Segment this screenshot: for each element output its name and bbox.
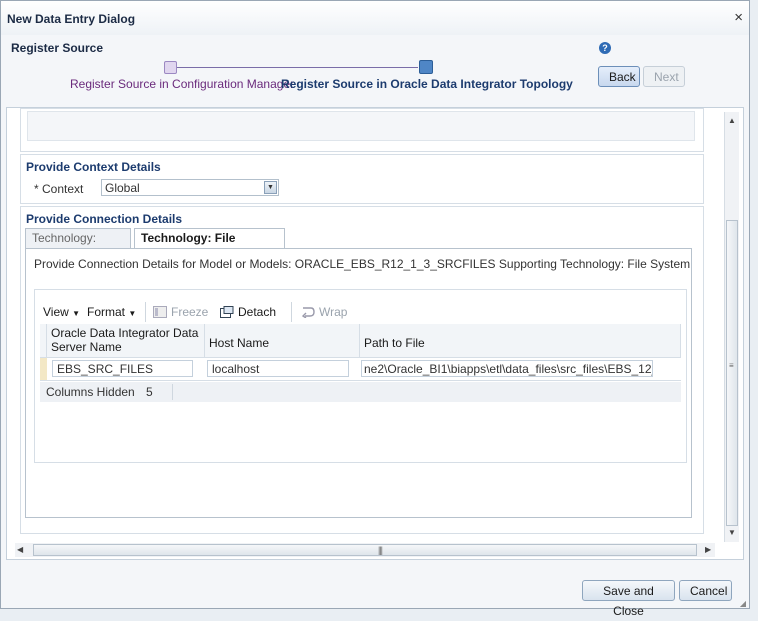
- path-to-file-input[interactable]: ne2\Oracle_BI1\biapps\etl\data_files\src…: [361, 360, 653, 377]
- connection-table-panel: View ▼ Format ▼ Freeze Detach Wrap Oracl…: [34, 289, 687, 463]
- previous-section-content: [27, 111, 695, 141]
- data-server-name-input[interactable]: EBS_SRC_FILES: [52, 360, 193, 377]
- path-header-label: Path to File: [364, 336, 425, 350]
- context-label: * Context: [34, 182, 84, 196]
- detach-button[interactable]: Detach: [220, 305, 276, 319]
- toolbar-divider: [145, 302, 146, 322]
- host-name-header-label: Host Name: [209, 336, 270, 350]
- train-stop-1[interactable]: [164, 61, 177, 74]
- view-menu-label: View: [43, 305, 69, 319]
- context-select[interactable]: Global ▼: [101, 179, 279, 196]
- host-name-input[interactable]: localhost: [207, 360, 349, 377]
- column-header-path-to-file[interactable]: Path to File: [360, 324, 681, 358]
- detach-icon: [220, 306, 234, 318]
- view-chevron-icon: ▼: [72, 309, 81, 318]
- content-panel: Provide Context Details * Context Global…: [6, 107, 744, 560]
- columns-hidden-count[interactable]: 5: [146, 385, 153, 399]
- train-stop-2[interactable]: [419, 60, 433, 74]
- dialog-button-bar: Save and Close Cancel ◢: [1, 567, 749, 618]
- help-icon[interactable]: ?: [599, 42, 611, 54]
- resize-grip-icon[interactable]: ◢: [740, 599, 746, 608]
- scroll-right-icon[interactable]: ▶: [705, 545, 711, 554]
- next-button[interactable]: Next: [643, 66, 685, 87]
- wrap-label: Wrap: [319, 305, 348, 319]
- tab-technology-file-system[interactable]: Technology: File System: [134, 228, 285, 264]
- vertical-scroll-thumb[interactable]: ≡: [726, 220, 738, 526]
- status-divider: [172, 384, 173, 400]
- tab-body: Provide Connection Details for Model or …: [25, 248, 692, 518]
- connection-description: Provide Connection Details for Model or …: [34, 257, 691, 271]
- row-selector[interactable]: [40, 358, 47, 380]
- train-connector: [177, 67, 418, 68]
- previous-section: [20, 108, 704, 152]
- cancel-button[interactable]: Cancel: [679, 580, 732, 601]
- scroll-down-icon[interactable]: ▼: [728, 528, 736, 537]
- train-step-1-label[interactable]: Register Source in Configuration Manager: [70, 77, 294, 91]
- save-and-close-button[interactable]: Save and Close: [582, 580, 675, 618]
- train-header: Register Source Register Source in Confi…: [1, 35, 749, 107]
- connection-section-title: Provide Connection Details: [26, 212, 183, 226]
- format-menu[interactable]: Format ▼: [87, 305, 136, 319]
- new-data-entry-dialog: New Data Entry Dialog × Register Source …: [0, 0, 750, 618]
- back-button[interactable]: Back: [598, 66, 640, 87]
- table-toolbar: View ▼ Format ▼ Freeze Detach Wrap: [35, 300, 686, 324]
- chevron-down-icon[interactable]: ▼: [264, 181, 277, 194]
- horizontal-scrollbar[interactable]: ◀ ||| ▶: [15, 543, 715, 557]
- scroll-left-icon[interactable]: ◀: [17, 545, 23, 554]
- wrap-button[interactable]: Wrap: [301, 305, 347, 319]
- h-grip-icon: |||: [378, 545, 383, 555]
- dialog-titlebar: New Data Entry Dialog ×: [1, 1, 749, 36]
- row-header-corner: [40, 324, 47, 358]
- train-step-2-label: Register Source in Oracle Data Integrato…: [281, 77, 573, 91]
- format-chevron-icon: ▼: [128, 309, 137, 318]
- freeze-button[interactable]: Freeze: [153, 305, 208, 319]
- context-section-title: Provide Context Details: [26, 160, 161, 174]
- columns-hidden-label: Columns Hidden: [46, 385, 135, 399]
- freeze-icon: [153, 306, 167, 318]
- tab-technology-oracle[interactable]: Technology: Oracle: [25, 228, 131, 264]
- context-section: Provide Context Details * Context Global…: [20, 154, 704, 204]
- view-menu[interactable]: View ▼: [43, 305, 80, 319]
- close-icon[interactable]: ×: [734, 9, 743, 26]
- scroll-up-icon[interactable]: ▲: [728, 116, 736, 125]
- vertical-scrollbar[interactable]: ▲ ≡ ▼: [724, 112, 739, 542]
- connection-section: Provide Connection Details Technology: O…: [20, 206, 704, 534]
- v-grip-icon: ≡: [729, 361, 734, 370]
- toolbar-divider-2: [291, 302, 292, 322]
- horizontal-scroll-thumb[interactable]: |||: [33, 544, 697, 556]
- connection-table: Oracle Data Integrator Data Server Name …: [40, 324, 681, 402]
- table-status-bar: Columns Hidden 5: [40, 382, 681, 402]
- wrap-icon: [301, 307, 315, 318]
- column-header-host-name[interactable]: Host Name: [205, 324, 360, 358]
- freeze-label: Freeze: [171, 305, 209, 319]
- register-source-title: Register Source: [11, 41, 104, 55]
- column-header-data-server-name[interactable]: Oracle Data Integrator Data Server Name: [47, 324, 205, 358]
- dialog-title: New Data Entry Dialog: [7, 12, 136, 26]
- context-value: Global: [105, 181, 140, 195]
- detach-label: Detach: [238, 305, 277, 319]
- format-menu-label: Format: [87, 305, 126, 319]
